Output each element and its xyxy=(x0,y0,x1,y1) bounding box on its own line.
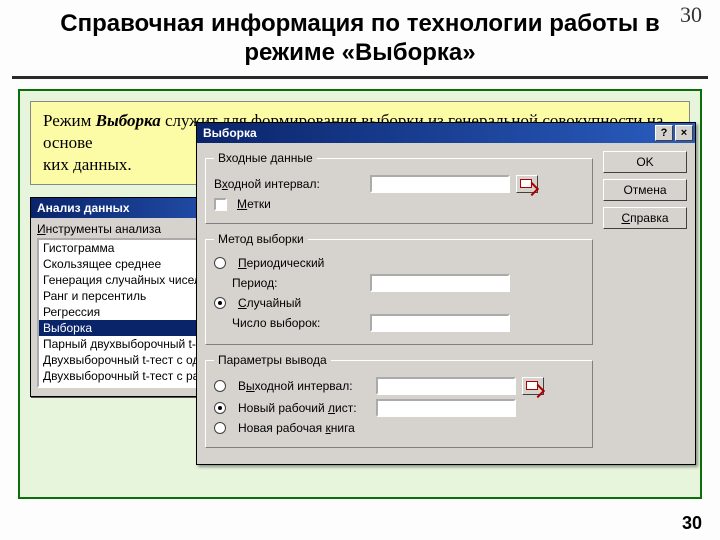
dialog-title: Выборка xyxy=(203,126,257,140)
group-method-legend: Метод выборки xyxy=(214,232,308,246)
cancel-button[interactable]: Отмена xyxy=(603,179,687,201)
title-divider xyxy=(12,76,708,79)
label-input-range: Входной интервал: xyxy=(214,177,364,191)
label-new-book: Новая рабочая книга xyxy=(238,421,355,435)
help-button[interactable]: Справка xyxy=(603,207,687,229)
radio-random[interactable] xyxy=(214,297,226,309)
input-range-field[interactable] xyxy=(370,175,510,193)
close-icon[interactable]: × xyxy=(675,125,693,141)
group-input-legend: Входные данные xyxy=(214,151,317,165)
sampling-dialog: Выборка ? × Входные данные Входной интер… xyxy=(196,122,696,465)
range-picker-icon[interactable] xyxy=(522,377,544,395)
output-range-field[interactable] xyxy=(376,377,516,395)
ok-button[interactable]: OK xyxy=(603,151,687,173)
group-output: Параметры вывода Выходной интервал: Новы… xyxy=(205,353,593,448)
radio-new-book[interactable] xyxy=(214,422,226,434)
page-number-bottom: 30 xyxy=(682,513,702,534)
radio-periodic[interactable] xyxy=(214,257,226,269)
new-sheet-field[interactable] xyxy=(376,399,516,417)
radio-output-range[interactable] xyxy=(214,380,226,392)
radio-new-sheet[interactable] xyxy=(214,402,226,414)
label-periodic: Периодический xyxy=(238,256,324,270)
group-input-data: Входные данные Входной интервал: Метки xyxy=(205,151,593,224)
label-labels: Метки xyxy=(237,197,271,211)
page-number-top: 30 xyxy=(680,2,702,28)
period-field[interactable] xyxy=(370,274,510,292)
group-output-legend: Параметры вывода xyxy=(214,353,331,367)
group-method: Метод выборки Периодический Период: Случ… xyxy=(205,232,593,345)
label-new-sheet: Новый рабочий лист: xyxy=(238,401,370,415)
num-samples-field[interactable] xyxy=(370,314,510,332)
help-icon[interactable]: ? xyxy=(655,125,673,141)
labels-checkbox[interactable] xyxy=(214,198,227,211)
label-output-range: Выходной интервал: xyxy=(238,379,370,393)
slide-title: Справочная информация по технологии рабо… xyxy=(0,0,720,74)
label-num-samples: Число выборок: xyxy=(232,316,364,330)
range-picker-icon[interactable] xyxy=(516,175,538,193)
dialog-titlebar[interactable]: Выборка ? × xyxy=(197,123,695,143)
label-random: Случайный xyxy=(238,296,301,310)
label-period: Период: xyxy=(232,276,364,290)
